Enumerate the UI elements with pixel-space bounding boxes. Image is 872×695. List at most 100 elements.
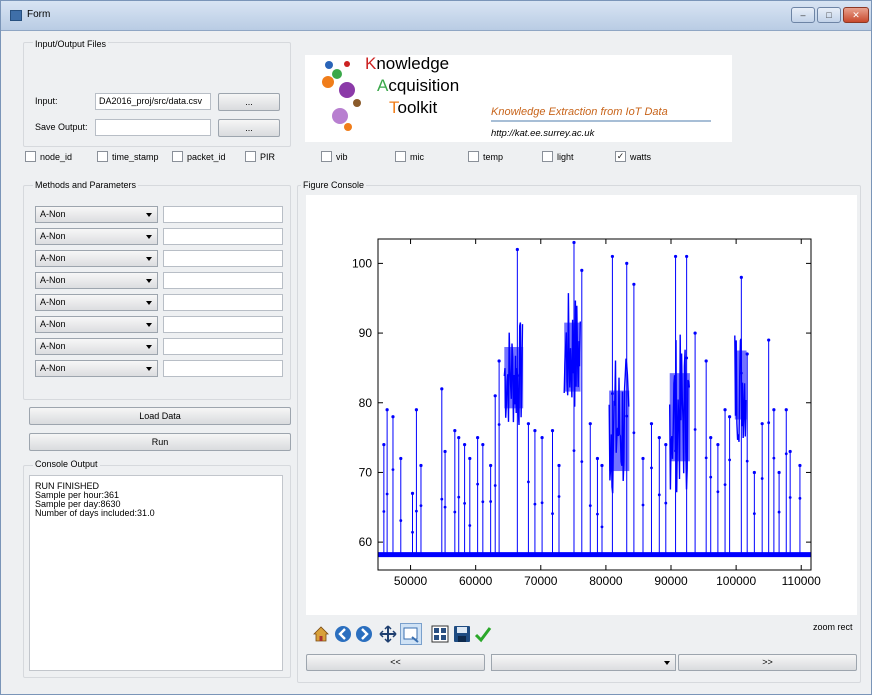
spike-point [760, 422, 764, 426]
spike-point [533, 429, 537, 433]
method-select-value: A-Non [40, 319, 66, 329]
back-icon[interactable] [334, 625, 352, 643]
checkbox-box[interactable] [97, 151, 108, 162]
browse-input-button[interactable]: ... [218, 93, 280, 111]
spike-point [440, 497, 444, 501]
checkbox-box[interactable] [245, 151, 256, 162]
figure-canvas[interactable]: 60 70 80 90 100 50000 60000 70000 80000 90000 1000… [306, 195, 857, 615]
column-checkbox-node-id[interactable]: node_id [25, 151, 72, 162]
chevron-down-icon [146, 323, 152, 327]
window-title: Form [27, 9, 51, 20]
kat-logo: Knowledge Acquisition Toolkit Knowledge … [322, 54, 711, 139]
method-select[interactable]: A-Non [35, 250, 158, 267]
console-group-title: Console Output [33, 459, 100, 469]
method-select-value: A-Non [40, 275, 66, 285]
spike-point [709, 475, 713, 479]
checkbox-box[interactable] [468, 151, 479, 162]
method-select[interactable]: A-Non [35, 272, 158, 289]
input-path-field[interactable]: DA2016_proj/src/data.csv [95, 93, 211, 110]
checkbox-box[interactable] [395, 151, 406, 162]
svg-text:Toolkit: Toolkit [389, 98, 437, 117]
spike-point [580, 268, 584, 272]
spike-point [443, 505, 447, 509]
spike-point [540, 501, 544, 505]
method-select[interactable]: A-Non [35, 228, 158, 245]
logo-dot-orange [322, 76, 334, 88]
spike-point [595, 456, 600, 461]
forward-icon[interactable] [355, 625, 373, 643]
checkbox-box[interactable] [25, 151, 36, 162]
checkbox-box[interactable] [321, 151, 332, 162]
spike-point [772, 456, 776, 460]
previous-button[interactable]: << [306, 654, 485, 671]
method-param-field[interactable] [163, 360, 283, 377]
logo-dot-orange-small [344, 123, 352, 131]
spike-point [600, 525, 604, 529]
spike-point [391, 415, 395, 419]
column-checkbox-temp[interactable]: temp [468, 151, 503, 162]
method-select[interactable]: A-Non [35, 338, 158, 355]
method-param-field[interactable] [163, 228, 283, 245]
spike-point [798, 496, 802, 500]
spike-point [788, 496, 792, 499]
spike-point [625, 414, 629, 418]
save-icon[interactable] [453, 625, 471, 643]
minimize-button[interactable]: – [791, 7, 815, 23]
spike-point [767, 421, 771, 425]
spike-point [784, 408, 788, 412]
method-select[interactable]: A-Non [35, 294, 158, 311]
method-param-field[interactable] [163, 294, 283, 311]
run-button[interactable]: Run [29, 433, 291, 451]
method-param-field[interactable] [163, 316, 283, 333]
spike-point [788, 449, 792, 454]
spike-point [453, 510, 457, 514]
column-checkbox-packet-id[interactable]: packet_id [172, 151, 226, 162]
check-icon[interactable] [474, 625, 492, 643]
method-param-field[interactable] [163, 338, 283, 355]
spike-point [657, 436, 661, 440]
load-data-button[interactable]: Load Data [29, 407, 291, 425]
spike-point [716, 442, 720, 447]
x-tick-label: 50000 [394, 574, 428, 588]
x-tick-label: 110000 [782, 574, 821, 588]
column-checkbox-mic[interactable]: mic [395, 151, 424, 162]
checkbox-box-checked[interactable]: ✓ [615, 151, 626, 162]
spike-point [391, 468, 395, 472]
spike-point [777, 510, 781, 514]
zoom-icon[interactable] [400, 623, 422, 645]
figure-select[interactable] [491, 654, 676, 671]
close-button[interactable]: ✕ [843, 7, 869, 23]
method-param-field[interactable] [163, 272, 283, 289]
pan-icon[interactable] [379, 625, 397, 643]
column-checkbox-light[interactable]: light [542, 151, 574, 162]
method-select[interactable]: A-Non [35, 206, 158, 223]
series-watts [378, 240, 811, 558]
column-checkbox-pir[interactable]: PIR [245, 151, 275, 162]
console-output[interactable]: RUN FINISHED Sample per hour:361 Sample … [29, 475, 283, 671]
spike-point [610, 254, 615, 259]
column-checkbox-time-stamp[interactable]: time_stamp [97, 151, 165, 162]
spike-point [385, 492, 389, 496]
column-checkbox-vib[interactable]: vib [321, 151, 348, 162]
figure-group-title: Figure Console [301, 180, 367, 190]
y-tick-label: 100 [352, 256, 372, 270]
save-output-field[interactable] [95, 119, 211, 136]
checkbox-box[interactable] [542, 151, 553, 162]
spike-point [399, 519, 403, 522]
browse-save-button[interactable]: ... [218, 119, 280, 137]
io-group-title: Input/Output Files [33, 39, 109, 49]
method-param-field[interactable] [163, 250, 283, 267]
method-select[interactable]: A-Non [35, 316, 158, 333]
logo-line1: nowledge [376, 55, 449, 73]
checkbox-box[interactable] [172, 151, 183, 162]
spike-point [385, 408, 389, 412]
column-checkbox-watts[interactable]: ✓ watts [615, 151, 651, 162]
method-param-field[interactable] [163, 206, 283, 223]
maximize-button[interactable]: □ [817, 7, 841, 23]
subplots-icon[interactable] [431, 625, 449, 643]
dense-segment-fill [564, 322, 581, 392]
method-select[interactable]: A-Non [35, 360, 158, 377]
spike-point [493, 484, 497, 487]
home-icon[interactable] [312, 625, 330, 643]
next-button[interactable]: >> [678, 654, 857, 671]
